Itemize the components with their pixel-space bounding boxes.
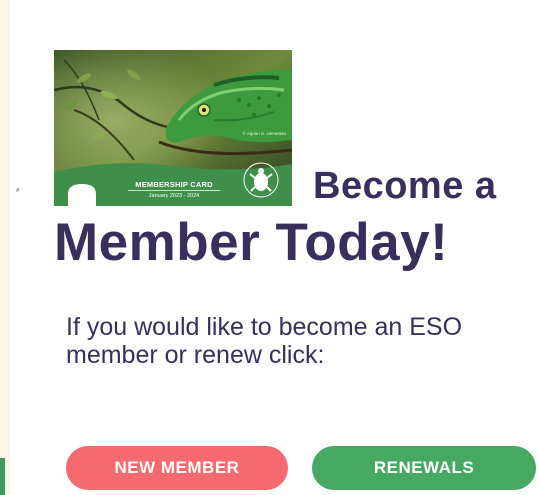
left-rail — [0, 0, 10, 495]
heading-line-2: Member Today! — [54, 213, 449, 272]
photo-credit: © Aquan S. Uemettan — [242, 131, 286, 136]
card-title: MEMBERSHIP CARD — [135, 180, 213, 189]
card-date-range: January 2023 - 2024 — [148, 193, 200, 199]
heading-line-1: Become a — [313, 165, 497, 207]
left-rail-accent — [0, 458, 5, 495]
body-text: If you would like to become an ESO membe… — [66, 313, 463, 369]
card-number-prefix: # — [16, 188, 20, 194]
new-member-button[interactable]: NEW MEMBER — [66, 446, 288, 490]
card-divider — [128, 190, 220, 191]
renewals-button[interactable]: RENEWALS — [312, 446, 536, 490]
membership-card-image: © Aquan S. Uemettan MEMBERSHIP CARD Janu… — [54, 50, 292, 206]
